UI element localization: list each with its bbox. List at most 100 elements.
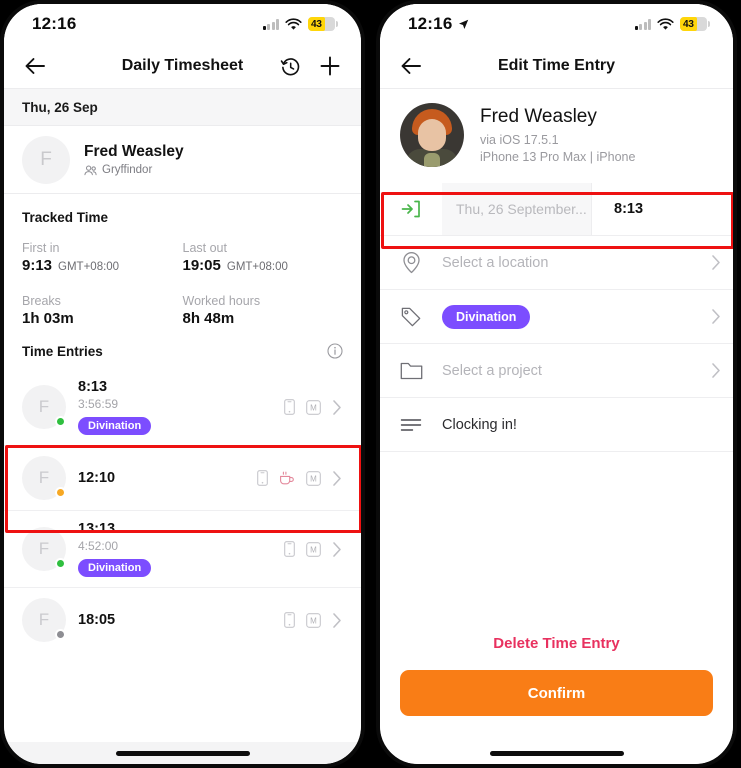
people-icon (84, 165, 97, 175)
svg-text:M: M (310, 403, 317, 412)
stat-label: First in (22, 241, 60, 255)
entry-time: 12:10 (78, 470, 116, 486)
status-dot (55, 416, 66, 427)
entry-avatar-wrap: F (22, 456, 66, 500)
right-phone-frame: 12:16 43 Edit Time Entry Fred Weasley vi… (376, 0, 737, 768)
daily-timesheet-screen: 12:16 43 Daily Timesheet Thu, 26 Sep F F… (4, 4, 361, 764)
time-entry-row-4[interactable]: F 18:05 M (4, 587, 361, 652)
folder-icon (400, 362, 422, 379)
chevron-right-icon (333, 399, 341, 415)
stat-value: 19:05 (182, 257, 221, 274)
battery-icon: 43 (680, 17, 710, 31)
mobile-icon (284, 541, 295, 557)
back-button[interactable] (400, 57, 422, 75)
note-row[interactable]: Clocking in! (380, 397, 733, 451)
location-row[interactable]: Select a location (380, 235, 733, 289)
clock-in-arrow-icon (401, 200, 420, 218)
status-bar-time-label: 12:16 (408, 14, 453, 33)
tag-icon (401, 307, 421, 326)
left-nav-bar: Daily Timesheet (4, 44, 361, 88)
chevron-right-icon (333, 541, 341, 557)
profile-device: iPhone 13 Pro Max | iPhone (480, 150, 636, 164)
status-bar-time: 12:16 (408, 14, 469, 34)
time-entry-row-1[interactable]: F 8:13 3:56:59 Divination M (4, 369, 361, 445)
clock-history-icon (280, 57, 300, 75)
home-indicator (380, 742, 733, 764)
project-placeholder: Select a project (442, 362, 542, 379)
tracked-time-title: Tracked Time (22, 210, 109, 225)
location-chevron (699, 254, 733, 271)
add-entry-button[interactable] (319, 55, 341, 77)
entry-time: 8:13 (78, 379, 108, 395)
date-field[interactable]: Thu, 26 September... (442, 183, 592, 235)
location-pin-icon (402, 252, 420, 274)
status-dot (55, 558, 66, 569)
stat-value: 1h 03m (22, 310, 74, 327)
edit-time-entry-screen: 12:16 43 Edit Time Entry Fred Weasley vi… (380, 4, 733, 764)
time-entry-list: F 8:13 3:56:59 Divination M F 12:10 M F … (4, 369, 361, 742)
clock-in-icon-wrap (380, 198, 442, 220)
tag-row[interactable]: Divination (380, 289, 733, 343)
project-row[interactable]: Select a project (380, 343, 733, 397)
status-dot (55, 487, 66, 498)
mobile-icon (284, 399, 295, 415)
time-entries-header: Time Entries (4, 341, 361, 369)
coffee-icon (280, 471, 294, 484)
status-dot (55, 629, 66, 640)
status-bar-left: 12:16 43 (4, 4, 361, 44)
home-indicator (4, 742, 361, 764)
history-button[interactable] (280, 56, 301, 77)
confirm-button[interactable]: Confirm (400, 670, 713, 716)
person-summary-row[interactable]: F Fred Weasley Gryffindor (4, 126, 361, 194)
folder-icon-wrap (380, 361, 442, 381)
left-nav-actions (280, 55, 341, 77)
avatar: F (22, 135, 70, 184)
location-arrow-icon (459, 19, 469, 29)
time-entry-row-2[interactable]: F 12:10 M (4, 445, 361, 510)
person-team-label: Gryffindor (102, 164, 153, 176)
right-nav-bar: Edit Time Entry (380, 44, 733, 88)
entry-icon-group: M (284, 612, 343, 629)
arrow-left-icon (401, 58, 421, 74)
project-chevron (699, 362, 733, 379)
info-icon (327, 343, 343, 359)
entry-details: 13:13 4:52:00 Divination (78, 521, 272, 577)
profile-via: via iOS 17.5.1 (480, 133, 559, 147)
datetime-row[interactable]: Thu, 26 September... 8:13 (380, 183, 733, 235)
wifi-icon (285, 17, 302, 30)
entry-avatar-wrap: F (22, 385, 66, 429)
stat-value-wrap: 1h 03m (22, 310, 183, 327)
person-info: Fred Weasley Gryffindor (84, 143, 184, 176)
entry-details: 8:13 3:56:59 Divination (78, 379, 272, 435)
stat-label: Last out (182, 241, 227, 255)
time-entry-row-3[interactable]: F 13:13 4:52:00 Divination M (4, 510, 361, 587)
chevron-right-icon (333, 470, 341, 486)
delete-time-entry-button[interactable]: Delete Time Entry (380, 627, 733, 670)
stat-cell: Breaks 1h 03m (22, 294, 183, 341)
page-title: Edit Time Entry (497, 57, 616, 74)
stat-cell: First in 9:13 GMT+08:00 (22, 241, 183, 288)
time-field[interactable]: 8:13 (592, 183, 733, 235)
mobile-icon (257, 470, 268, 486)
profile-info: Fred Weasley via iOS 17.5.1 iPhone 13 Pr… (480, 106, 635, 164)
battery-percent-label: 43 (311, 18, 322, 30)
cellular-signal-icon (634, 18, 651, 30)
time-entries-title: Time Entries (22, 343, 103, 359)
tag-chevron (699, 308, 733, 325)
left-phone-frame: 12:16 43 Daily Timesheet Thu, 26 Sep F F… (0, 0, 365, 768)
info-button[interactable] (327, 343, 343, 359)
tracked-time-section: Tracked Time First in 9:13 GMT+08:00 Las… (4, 194, 361, 341)
tag-value-wrap: Divination (442, 304, 699, 329)
entry-avatar-wrap: F (22, 598, 66, 642)
note-lines-icon (400, 418, 422, 431)
chevron-right-icon (711, 309, 720, 324)
back-button[interactable] (24, 57, 46, 75)
entry-icon-group: M (257, 470, 343, 487)
chevron-right-icon (333, 612, 341, 628)
note-icon-wrap (380, 417, 442, 433)
stat-value-wrap: 8h 48m (183, 310, 344, 327)
stat-label: Worked hours (182, 294, 261, 308)
status-bar-indicators: 43 (634, 17, 710, 31)
arrow-left-icon (25, 58, 45, 74)
